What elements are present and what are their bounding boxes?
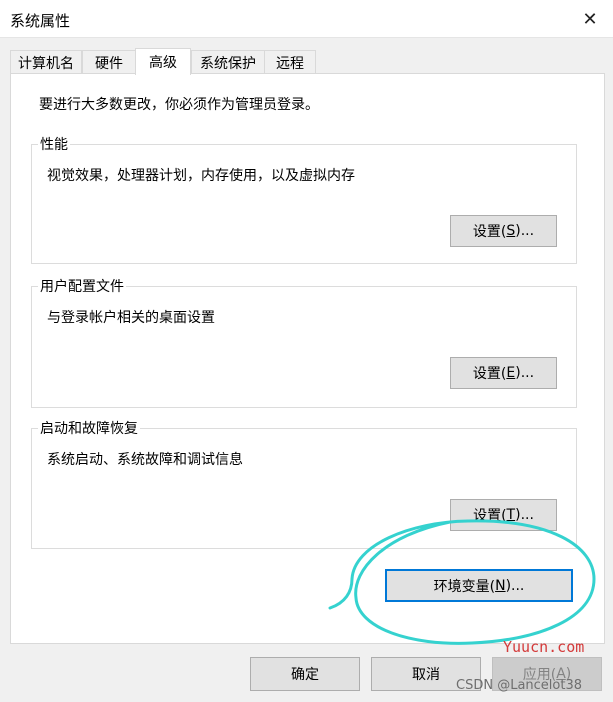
group-legend: 用户配置文件	[38, 276, 126, 296]
environment-variables-button[interactable]: 环境变量(N)...	[385, 569, 573, 602]
admin-note: 要进行大多数更改，你必须作为管理员登录。	[39, 97, 319, 113]
tab-hardware[interactable]: 硬件	[82, 50, 136, 74]
tab-advanced[interactable]: 高级	[135, 48, 191, 75]
tab-label: 高级	[149, 55, 177, 71]
watermark-csdn: CSDN @Lancelot38	[456, 678, 582, 693]
group-legend: 性能	[38, 134, 70, 154]
tab-label: 硬件	[95, 55, 123, 72]
watermark-site: Yuucn.com	[503, 638, 585, 656]
group-description: 视觉效果，处理器计划，内存使用，以及虚拟内存	[47, 168, 355, 184]
close-icon: ✕	[582, 8, 598, 30]
advanced-tab-panel: 要进行大多数更改，你必须作为管理员登录。 性能 视觉效果，处理器计划，内存使用，…	[10, 73, 605, 644]
tab-system-protection[interactable]: 系统保护	[191, 50, 265, 74]
ok-button[interactable]: 确定	[250, 657, 360, 691]
tab-label: 系统保护	[200, 55, 256, 72]
group-legend: 启动和故障恢复	[38, 418, 140, 438]
user-profiles-settings-button[interactable]: 设置(E)...	[450, 357, 557, 389]
performance-group: 性能 视觉效果，处理器计划，内存使用，以及虚拟内存 设置(S)...	[31, 134, 577, 264]
group-description: 与登录帐户相关的桌面设置	[47, 310, 215, 326]
title-bar: 系统属性 ✕	[0, 0, 613, 38]
performance-settings-button[interactable]: 设置(S)...	[450, 215, 557, 247]
user-profiles-group: 用户配置文件 与登录帐户相关的桌面设置 设置(E)...	[31, 276, 577, 408]
tab-label: 远程	[276, 55, 304, 72]
tab-label: 计算机名	[18, 55, 74, 72]
tab-strip: 计算机名 硬件 高级 系统保护 远程	[10, 48, 605, 75]
tab-computer-name[interactable]: 计算机名	[10, 50, 82, 74]
window-title: 系统属性	[10, 12, 71, 30]
group-description: 系统启动、系统故障和调试信息	[47, 452, 243, 468]
tab-remote[interactable]: 远程	[264, 50, 316, 74]
close-button[interactable]: ✕	[567, 0, 613, 38]
startup-recovery-settings-button[interactable]: 设置(T)...	[450, 499, 557, 531]
startup-recovery-group: 启动和故障恢复 系统启动、系统故障和调试信息 设置(T)...	[31, 418, 577, 549]
